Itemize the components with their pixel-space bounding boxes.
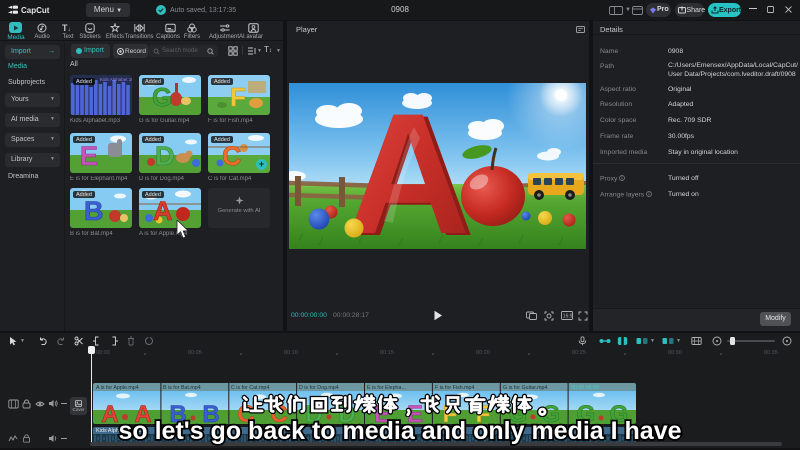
svg-text:G: G xyxy=(509,401,528,424)
svg-text:B: B xyxy=(169,401,186,424)
svg-text:D is for Dog.mp4: D is for Dog.mp4 xyxy=(299,385,339,391)
svg-text:G is for Guitar.mp4: G is for Guitar.mp4 xyxy=(503,385,548,391)
svg-text:00:00:06:09: 00:00:06:09 xyxy=(571,385,599,391)
svg-text:B is for Bat.mp4: B is for Bat.mp4 xyxy=(163,385,201,391)
svg-text:C is for Cat.mp4: C is for Cat.mp4 xyxy=(231,385,269,391)
svg-text:G: G xyxy=(610,401,629,424)
svg-text:D: D xyxy=(338,401,355,424)
svg-text:A: A xyxy=(101,401,118,424)
svg-text:E: E xyxy=(374,401,390,424)
svg-text:D: D xyxy=(155,141,175,171)
svg-text:E: E xyxy=(80,141,98,171)
svg-text:E: E xyxy=(407,401,423,424)
svg-text:F: F xyxy=(443,401,458,424)
svg-text:G: G xyxy=(152,82,172,112)
svg-text:C: C xyxy=(237,401,254,424)
svg-text:A is for Apple.mp4: A is for Apple.mp4 xyxy=(96,385,139,391)
svg-text:F: F xyxy=(476,401,491,424)
svg-text:F is for Fish.mp4: F is for Fish.mp4 xyxy=(435,385,474,391)
svg-text:B: B xyxy=(84,196,104,226)
svg-text:A: A xyxy=(134,401,151,424)
svg-text:G: G xyxy=(542,401,561,424)
svg-text:C: C xyxy=(270,401,287,424)
svg-text:D: D xyxy=(305,401,322,424)
svg-text:A: A xyxy=(153,196,173,226)
svg-text:E is for Elepha...: E is for Elepha... xyxy=(367,385,406,391)
svg-text:16:9: 16:9 xyxy=(563,314,573,320)
svg-text:C: C xyxy=(222,141,242,171)
svg-text:B: B xyxy=(202,401,219,424)
svg-text:F: F xyxy=(230,82,246,112)
svg-text:Kids Alphabet 108 bpm: Kids Alphabet 108 bpm xyxy=(100,77,132,82)
svg-text:G: G xyxy=(577,401,596,424)
